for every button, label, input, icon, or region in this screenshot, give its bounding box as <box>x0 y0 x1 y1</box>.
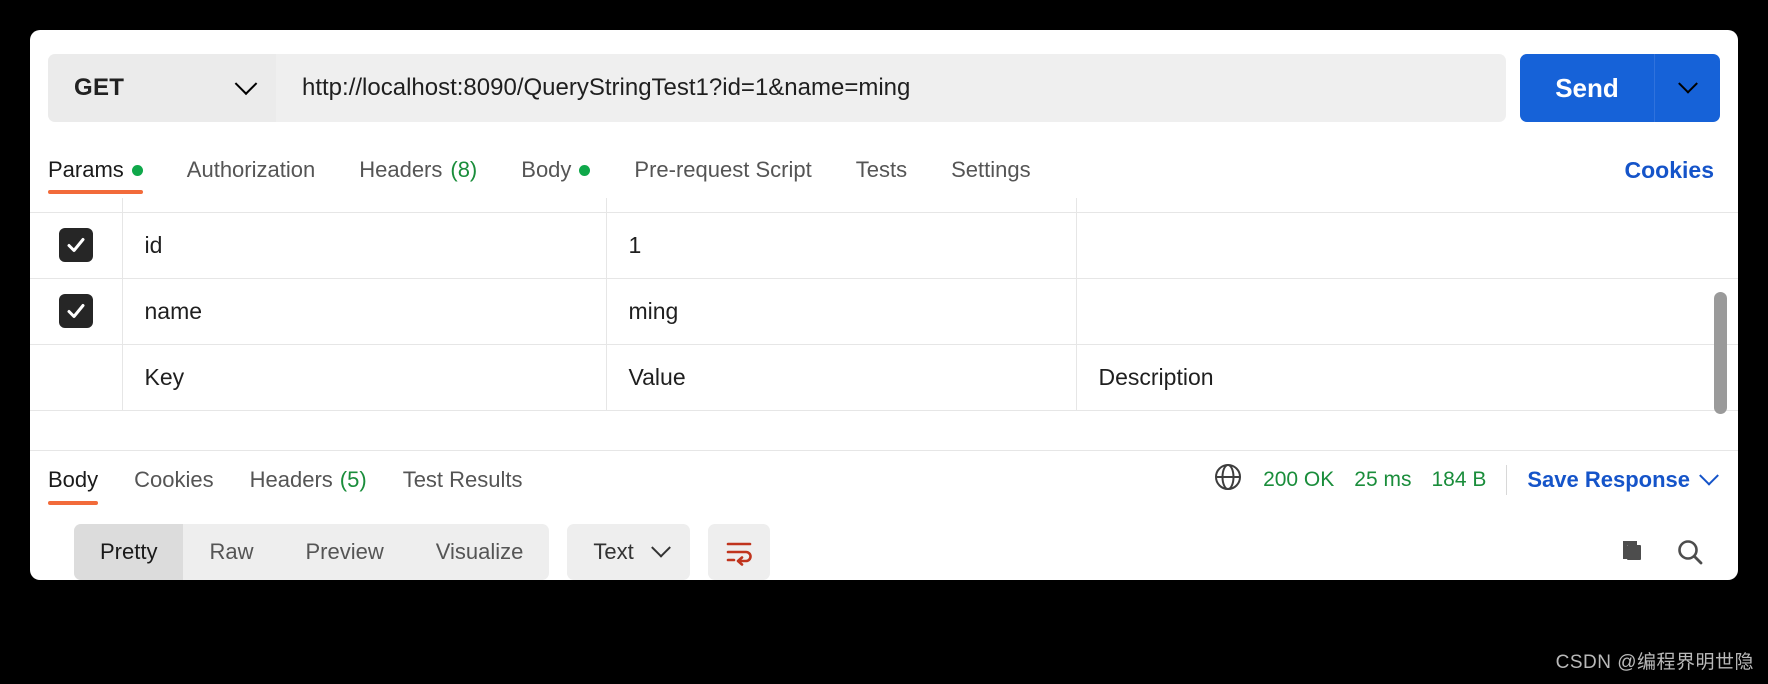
param-value-cell[interactable]: ming <box>606 277 1077 345</box>
view-mode-preview[interactable]: Preview <box>279 524 409 580</box>
tab-label: Test Results <box>402 466 523 492</box>
view-mode-group: Pretty Raw Preview Visualize <box>74 524 550 580</box>
param-value-cell[interactable]: 1 <box>606 211 1077 279</box>
view-mode-raw[interactable]: Raw <box>183 524 279 580</box>
tab-label: Headers <box>359 157 443 182</box>
modified-dot-icon <box>131 164 143 176</box>
chevron-down-icon <box>234 72 258 96</box>
tab-label: Body <box>521 157 572 182</box>
response-body-actions <box>1616 536 1714 568</box>
table-row: name ming <box>30 277 1738 345</box>
url-input[interactable]: http://localhost:8090/QueryStringTest1?i… <box>276 54 1506 122</box>
search-icon <box>1678 540 1703 565</box>
chevron-down-icon <box>650 537 671 558</box>
tab-count: (8) <box>450 157 478 182</box>
tab-headers[interactable]: Headers (8) <box>337 142 499 198</box>
send-button[interactable]: Send <box>1520 54 1654 122</box>
status-code: 200 OK <box>1263 467 1335 491</box>
response-size: 184 B <box>1431 467 1487 491</box>
params-table-container: id 1 name ming Key Value Description <box>30 198 1738 450</box>
chevron-down-icon <box>1699 465 1719 486</box>
response-time: 25 ms <box>1354 467 1412 491</box>
send-options-button[interactable] <box>1654 54 1720 122</box>
chevron-down-icon <box>1677 73 1698 94</box>
row-checkbox-cell <box>30 277 123 345</box>
response-status-group: 200 OK 25 ms 184 B Save Response <box>1213 462 1720 497</box>
tab-label: Settings <box>951 157 1031 182</box>
row-checkbox-cell <box>30 211 123 279</box>
divider <box>1506 464 1508 495</box>
tab-params[interactable]: Params <box>48 142 165 198</box>
tab-count: (5) <box>339 466 367 492</box>
param-key-cell[interactable]: name <box>122 277 607 345</box>
http-method-select[interactable]: GET <box>48 54 276 122</box>
wrap-text-icon <box>726 542 752 566</box>
tab-label: Params <box>48 157 124 182</box>
param-description-cell[interactable] <box>1076 211 1738 279</box>
tab-label: Body <box>48 466 99 492</box>
param-value-placeholder[interactable]: Value <box>606 343 1077 411</box>
params-scrollbar-thumb[interactable] <box>1714 292 1727 414</box>
row-checkbox-checked[interactable] <box>58 294 93 328</box>
response-body-toolbar: Pretty Raw Preview Visualize Text <box>74 522 1714 580</box>
view-mode-pretty[interactable]: Pretty <box>74 524 184 580</box>
save-response-label: Save Response <box>1527 466 1690 492</box>
view-mode-visualize[interactable]: Visualize <box>410 524 550 580</box>
tab-label: Headers <box>249 466 333 492</box>
row-checkbox-checked[interactable] <box>58 228 93 262</box>
modified-dot-icon <box>579 164 591 176</box>
param-description-cell[interactable] <box>1076 277 1738 345</box>
http-method-label: GET <box>74 74 125 101</box>
url-bar: GET http://localhost:8090/QueryStringTes… <box>48 54 1720 122</box>
tab-pre-request-script[interactable]: Pre-request Script <box>612 142 833 198</box>
globe-icon <box>1213 462 1243 497</box>
response-tab-body[interactable]: Body <box>48 451 116 509</box>
tab-label: Pre-request Script <box>634 157 812 182</box>
params-scrollbar[interactable] <box>1712 204 1728 450</box>
postman-request-panel: GET http://localhost:8090/QueryStringTes… <box>30 30 1738 580</box>
response-format-label: Text <box>593 539 634 564</box>
send-button-group: Send <box>1520 54 1720 122</box>
search-button[interactable] <box>1674 536 1706 568</box>
save-response-button[interactable]: Save Response <box>1527 465 1719 493</box>
table-header-row-partial <box>30 198 1738 213</box>
copy-icon <box>1623 541 1641 560</box>
watermark: CSDN @编程界明世隐 <box>1555 652 1754 673</box>
tab-settings[interactable]: Settings <box>929 142 1053 198</box>
param-key-placeholder[interactable]: Key <box>122 343 607 411</box>
wrap-text-button[interactable] <box>707 524 770 580</box>
tab-label: Cookies <box>134 466 214 492</box>
tab-body[interactable]: Body <box>499 142 612 198</box>
tab-label: Tests <box>855 157 908 182</box>
tab-label: Authorization <box>186 157 316 182</box>
response-tab-headers[interactable]: Headers (5) <box>232 451 385 509</box>
param-description-placeholder[interactable]: Description <box>1076 343 1738 411</box>
cookies-link[interactable]: Cookies <box>1625 157 1720 184</box>
param-key-cell[interactable]: id <box>122 211 607 279</box>
request-tabs: Params Authorization Headers (8) Body Pr… <box>30 142 1738 198</box>
row-checkbox-cell-empty <box>30 343 123 411</box>
table-row: id 1 <box>30 211 1738 279</box>
response-tab-test-results[interactable]: Test Results <box>385 451 541 509</box>
tab-authorization[interactable]: Authorization <box>165 142 337 198</box>
response-tabs-bar: Body Cookies Headers (5) Test Results 20… <box>30 450 1738 508</box>
tab-tests[interactable]: Tests <box>834 142 929 198</box>
params-table: id 1 name ming Key Value Description <box>30 198 1738 411</box>
table-row-empty: Key Value Description <box>30 343 1738 411</box>
copy-button[interactable] <box>1616 536 1648 568</box>
response-tab-cookies[interactable]: Cookies <box>116 451 231 509</box>
response-format-select[interactable]: Text <box>567 524 690 580</box>
